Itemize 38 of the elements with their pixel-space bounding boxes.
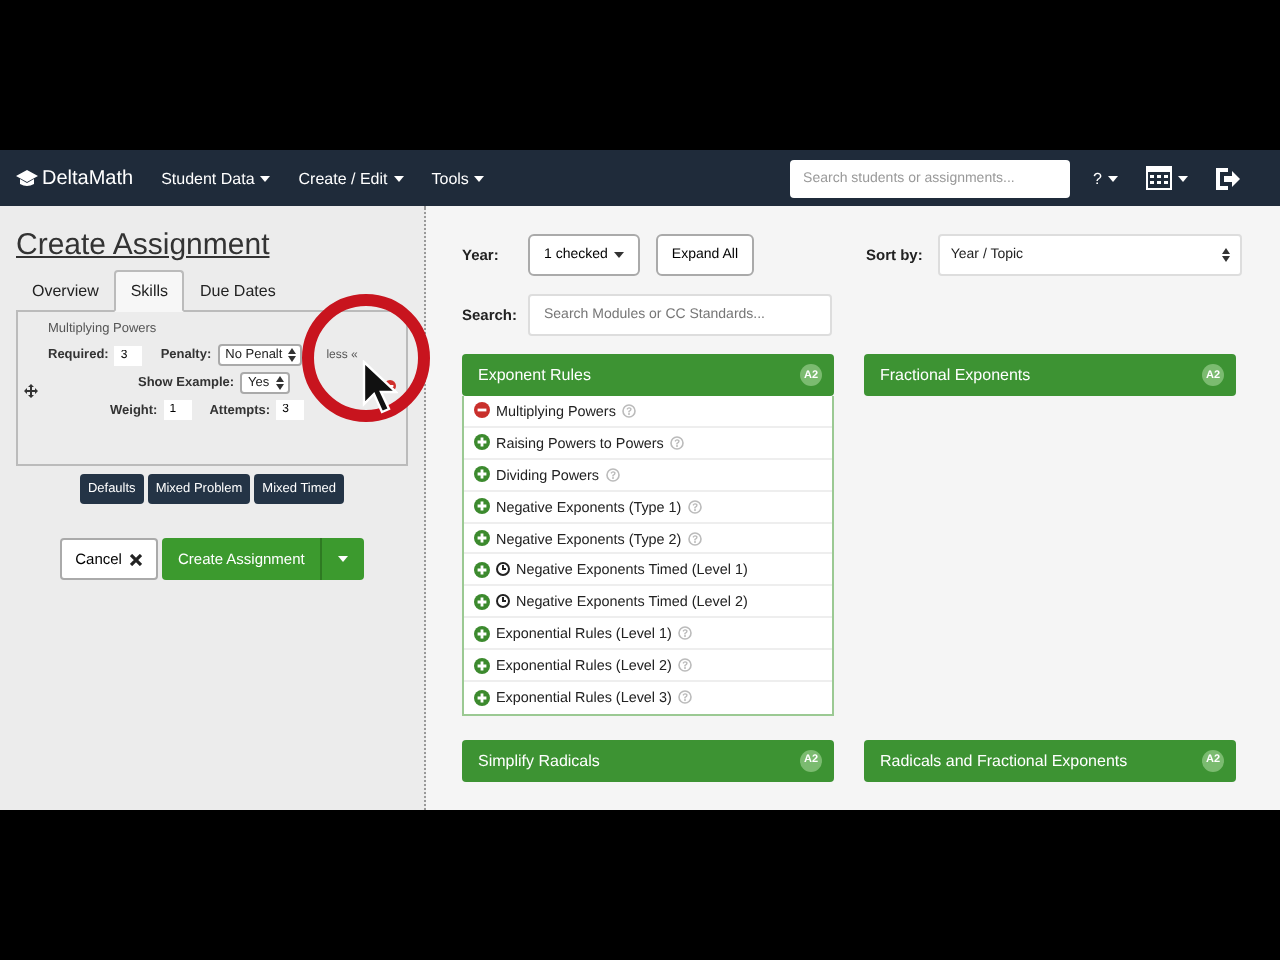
calendar-menu[interactable] — [1146, 166, 1188, 190]
brand-name[interactable]: DeltaMath — [42, 167, 134, 189]
calendar-icon — [1146, 166, 1172, 190]
sort-arrows-icon — [1222, 248, 1231, 262]
caret-icon — [338, 556, 349, 562]
nav-menu[interactable]: Student Data — [161, 169, 271, 187]
help-icon — [677, 626, 692, 641]
help-icon — [687, 531, 702, 545]
page-title: Create Assignment — [16, 228, 272, 262]
nav-menu[interactable]: Tools — [431, 169, 485, 187]
tab[interactable]: Overview — [16, 270, 115, 312]
sort-arrows-icon — [275, 376, 284, 390]
clock-icon — [496, 562, 510, 577]
tab[interactable]: Due Dates — [184, 270, 292, 312]
help-icon — [677, 690, 692, 705]
graduation-cap-icon — [16, 169, 38, 187]
help-menu[interactable]: ? — [1093, 169, 1118, 187]
help-icon — [605, 467, 620, 482]
dropdown-button[interactable] — [320, 538, 365, 580]
move-icon — [24, 384, 38, 398]
exit-icon — [1216, 167, 1240, 189]
sort-arrows-icon — [288, 348, 297, 362]
help-icon — [677, 658, 692, 673]
help-icon — [621, 403, 636, 418]
help-icon — [669, 435, 684, 450]
caret-icon — [613, 252, 624, 258]
mouse-cursor-icon — [362, 360, 398, 416]
caret-icon — [260, 175, 271, 181]
logout-button[interactable] — [1216, 167, 1240, 189]
caret-icon — [1178, 175, 1188, 181]
caret-icon — [393, 175, 404, 181]
caret-icon — [1108, 175, 1118, 181]
clock-icon — [496, 594, 510, 609]
caret-icon — [474, 175, 485, 181]
tab[interactable]: Skills — [114, 270, 185, 312]
close-icon — [129, 553, 142, 565]
help-icon — [687, 499, 702, 514]
nav-menu[interactable]: Create / Edit — [298, 169, 404, 187]
